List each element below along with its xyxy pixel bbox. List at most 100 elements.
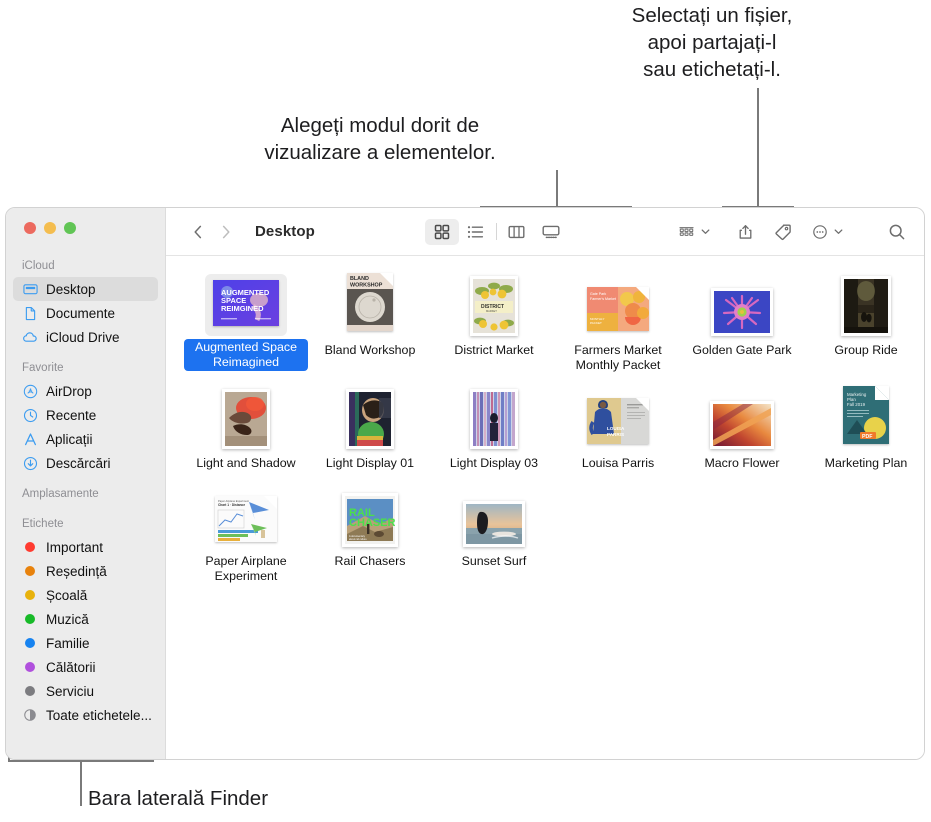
- sidebar-section-amplasamente: Amplasamente: [6, 488, 165, 505]
- sidebar-item-label: Recente: [46, 407, 97, 423]
- svg-text:BLAND: BLAND: [350, 276, 369, 282]
- sidebar-item-descarcari[interactable]: Descărcări: [13, 451, 158, 475]
- group-by-chevron-down-icon[interactable]: [700, 226, 711, 237]
- downloads-icon: [22, 455, 38, 471]
- sidebar-item-tag-calatorii[interactable]: Călătorii: [13, 655, 158, 679]
- sidebar-item-tag-scoala[interactable]: Școală: [13, 583, 158, 607]
- file-thumbnail: [710, 387, 774, 449]
- file-item[interactable]: Light Display 01: [308, 387, 432, 471]
- file-thumbnail: DISTRICT MARKET: [470, 274, 518, 336]
- sidebar-item-label: Reședință: [46, 563, 107, 579]
- sidebar-item-documente[interactable]: Documente: [13, 301, 158, 325]
- file-thumbnail: [470, 387, 518, 449]
- file-item[interactable]: RAIL CHASERS A documentary about rail cu…: [308, 485, 432, 584]
- sidebar-item-all-tags[interactable]: Toate etichetele...: [13, 703, 158, 727]
- tag-dot-icon: [22, 659, 38, 675]
- window-body: iCloud Desktop Documente iCloud Drive Fa…: [6, 208, 924, 759]
- file-item[interactable]: Macro Flower: [680, 387, 804, 471]
- more-chevron-down-icon[interactable]: [833, 226, 844, 237]
- file-item[interactable]: BLAND WORKSHOP Bland Workshop: [308, 273, 432, 373]
- file-name: Sunset Surf: [461, 554, 527, 568]
- file-thumbnail: Gate Park Farmer's Market MONTHLY PACKET: [587, 274, 649, 336]
- tag-dot-icon: [22, 635, 38, 651]
- all-tags-icon: [22, 707, 38, 723]
- desktop-icon: [22, 281, 38, 297]
- document-fold-icon: [380, 273, 393, 286]
- list-view-button[interactable]: [459, 219, 493, 245]
- file-item[interactable]: Marketing Plan Fall 2019 PDF Marketing P…: [804, 386, 924, 471]
- tag-dot-icon: [22, 683, 38, 699]
- window-controls: [6, 222, 165, 260]
- sidebar-item-label: Muzică: [46, 611, 89, 627]
- sidebar-item-tag-resedinta[interactable]: Reședință: [13, 559, 158, 583]
- toolbar-divider: [495, 223, 497, 240]
- folder-title: Desktop: [255, 223, 315, 240]
- forward-button[interactable]: [213, 219, 239, 245]
- search-button[interactable]: [884, 219, 910, 245]
- sidebar-item-label: Călătorii: [46, 659, 96, 675]
- minimize-button[interactable]: [44, 222, 56, 234]
- sidebar-item-tag-serviciu[interactable]: Serviciu: [13, 679, 158, 703]
- file-name: Light and Shadow: [196, 456, 296, 470]
- zoom-button[interactable]: [64, 222, 76, 234]
- tag-dot-icon: [22, 611, 38, 627]
- back-button[interactable]: [185, 219, 211, 245]
- column-view-button[interactable]: [500, 219, 534, 245]
- clock-icon: [22, 407, 38, 423]
- tag-dot-icon: [22, 587, 38, 603]
- file-item[interactable]: DISTRICT MARKET District Market: [432, 274, 556, 373]
- tag-button[interactable]: [770, 219, 796, 245]
- file-thumbnail: [222, 387, 270, 449]
- file-item[interactable]: Paper Airplane Experiment Chart 1 · Dist…: [184, 485, 308, 584]
- document-fold-icon: [876, 386, 889, 399]
- file-item[interactable]: Golden Gate Park: [680, 274, 804, 373]
- airdrop-icon: [22, 383, 38, 399]
- callout-view-modes-leader-stem: [556, 170, 558, 208]
- file-name: Farmers Market Monthly Packet: [574, 343, 662, 372]
- file-thumbnail: RAIL CHASERS A documentary about rail cu…: [342, 485, 398, 547]
- sidebar-item-desktop[interactable]: Desktop: [13, 277, 158, 301]
- sidebar-section-etichete: Etichete Important Reședință Școală Muzi…: [6, 518, 165, 727]
- sidebar-item-tag-familie[interactable]: Familie: [13, 631, 158, 655]
- sidebar-header-amplasamente: Amplasamente: [22, 488, 99, 500]
- file-name: Group Ride: [834, 343, 898, 357]
- file-browser-area[interactable]: AUGMENTED SPACE REIMGINED Augmented Spac…: [166, 256, 924, 759]
- file-name: District Market: [454, 343, 534, 357]
- file-item[interactable]: Sunset Surf: [432, 485, 556, 584]
- more-button[interactable]: [808, 219, 832, 245]
- file-item[interactable]: AUGMENTED SPACE REIMGINED Augmented Spac…: [184, 274, 308, 373]
- svg-text:about rail culture: about rail culture: [349, 538, 367, 541]
- group-by-button[interactable]: [674, 219, 699, 245]
- sidebar-item-label: Serviciu: [46, 683, 95, 699]
- file-item[interactable]: Light Display 03: [432, 387, 556, 471]
- file-thumbnail: [346, 387, 394, 449]
- callout-view-modes: Alegeți modul dorit de vizualizare a ele…: [264, 114, 496, 164]
- document-fold-icon: [264, 496, 277, 509]
- cloud-icon: [22, 329, 38, 345]
- file-name: Light Display 03: [449, 456, 539, 470]
- file-item[interactable]: Light and Shadow: [184, 387, 308, 471]
- file-name: Augmented Space Reimagined: [184, 339, 308, 371]
- sidebar-item-recente[interactable]: Recente: [13, 403, 158, 427]
- file-item[interactable]: Group Ride: [804, 274, 924, 373]
- sidebar-item-tag-muzica[interactable]: Muzică: [13, 607, 158, 631]
- svg-text:Fall 2019: Fall 2019: [847, 402, 866, 407]
- sidebar-item-aplicatii[interactable]: Aplicații: [13, 427, 158, 451]
- finder-window: iCloud Desktop Documente iCloud Drive Fa…: [5, 207, 925, 760]
- document-fold-icon: [636, 287, 649, 300]
- close-button[interactable]: [24, 222, 36, 234]
- share-button[interactable]: [733, 219, 758, 245]
- sidebar-item-label: Familie: [46, 635, 90, 651]
- icon-view-button[interactable]: [424, 218, 459, 245]
- svg-text:REIMGINED: REIMGINED: [221, 304, 264, 313]
- gallery-view-button[interactable]: [534, 219, 568, 245]
- sidebar-item-label: Aplicații: [46, 431, 93, 447]
- sidebar-section-icloud: iCloud Desktop Documente iCloud Drive: [6, 260, 165, 349]
- document-icon: [22, 305, 38, 321]
- sidebar-item-icloud-drive[interactable]: iCloud Drive: [13, 325, 158, 349]
- file-name: Light Display 01: [325, 456, 415, 470]
- sidebar-item-airdrop[interactable]: AirDrop: [13, 379, 158, 403]
- sidebar-item-tag-important[interactable]: Important: [13, 535, 158, 559]
- file-item[interactable]: Gate Park Farmer's Market MONTHLY PACKET…: [556, 274, 680, 373]
- file-item[interactable]: LOUISA PARRIS Louisa Parris: [556, 387, 680, 471]
